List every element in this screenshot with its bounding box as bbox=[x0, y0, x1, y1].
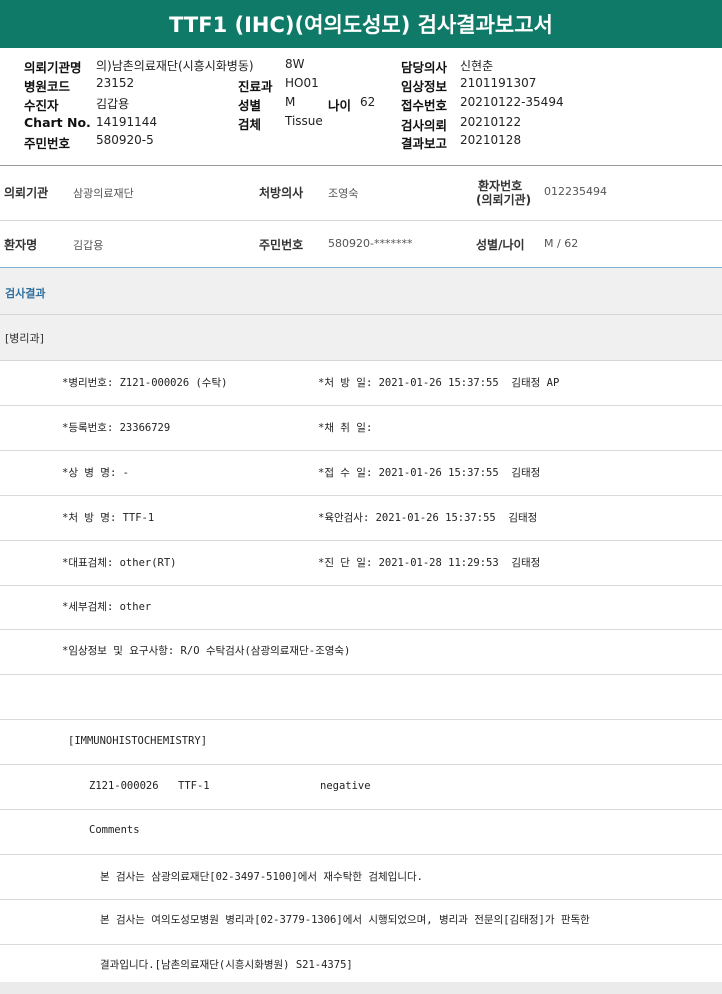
receipt-value: 20210122-35494 bbox=[460, 95, 564, 109]
report-title: TTF1 (IHC)(여의도성모) 검사결과보고서 bbox=[0, 0, 722, 48]
ward-value: 8W bbox=[285, 57, 305, 71]
doctor-value: 신현춘 bbox=[460, 59, 494, 73]
dept-label: 진료과 bbox=[238, 79, 273, 94]
clin-info-label: 임상정보 bbox=[401, 79, 448, 94]
line-left: *등록번호: 23366729 bbox=[62, 422, 171, 434]
test-req-value: 20210122 bbox=[460, 115, 522, 129]
comment-text: 본 검사는 삼광의료재단[02-3497-5100]에서 재수탁한 검체입니다. bbox=[100, 871, 423, 883]
patient-label: 수진자 bbox=[24, 98, 59, 113]
report-line: *대표검체: other(RT) *진 단 일: 2021-01-28 11:2… bbox=[0, 541, 722, 586]
dept-section-header: [병리과] bbox=[0, 315, 722, 361]
req-org-label: 의뢰기관명 bbox=[24, 60, 82, 75]
hosp-code-value: 23152 bbox=[96, 76, 135, 90]
name-value: 김갑용 bbox=[73, 239, 104, 252]
req-org-value: 의)남촌의료재단(시흥시화병동) bbox=[96, 59, 254, 73]
report-line: *세부검체: other bbox=[0, 586, 722, 630]
hosp-code-label: 병원코드 bbox=[24, 79, 71, 94]
report-line: *등록번호: 23366729 *채 취 일: bbox=[0, 406, 722, 451]
rrn-label: 주민번호 bbox=[24, 136, 71, 151]
sexage-value: M / 62 bbox=[544, 237, 579, 250]
pid-sublabel: (의뢰기관) bbox=[476, 193, 532, 207]
dept-value: HO01 bbox=[285, 76, 319, 90]
sex-value: M bbox=[285, 95, 296, 109]
name-label: 환자명 bbox=[4, 238, 38, 252]
line-left: *세부검체: other bbox=[62, 601, 152, 613]
report-line: *임상정보 및 요구사항: R/O 수탁검사(삼광의료재단-조영숙) bbox=[0, 630, 722, 675]
report-date-value: 20210128 bbox=[460, 133, 522, 147]
comments-label: Comments bbox=[89, 824, 140, 836]
line-right: *채 취 일: bbox=[318, 422, 373, 434]
specimen-label: 검체 bbox=[238, 117, 262, 132]
report-line: *병리번호: Z121-000026 (수탁) *처 방 일: 2021-01-… bbox=[0, 361, 722, 406]
prescriber-label: 처방의사 bbox=[259, 186, 304, 200]
comment-text: 결과입니다.[남촌의료재단(시흥시화병원) S21-4375] bbox=[100, 959, 353, 971]
line-right: *진 단 일: 2021-01-28 11:29:53 김태정 bbox=[318, 557, 541, 569]
rrn2-label: 주민번호 bbox=[259, 238, 304, 252]
report-line: *상 병 명: - *접 수 일: 2021-01-26 15:37:55 김태… bbox=[0, 451, 722, 496]
rrn-value: 580920-5 bbox=[96, 133, 154, 147]
rrn2-value: 580920-******* bbox=[328, 237, 413, 250]
ihc-result: negative bbox=[320, 780, 371, 792]
dept-section-title: [병리과] bbox=[5, 332, 44, 345]
line-left: *병리번호: Z121-000026 (수탁) bbox=[62, 377, 228, 389]
line-left: *대표검체: other(RT) bbox=[62, 557, 177, 569]
line-left: *처 방 명: TTF-1 bbox=[62, 512, 155, 524]
sex-label: 성별 bbox=[238, 98, 262, 113]
ihc-header-line: [IMMUNOHISTOCHEMISTRY] bbox=[0, 720, 722, 765]
comment-line: 본 검사는 삼광의료재단[02-3497-5100]에서 재수탁한 검체입니다. bbox=[0, 855, 722, 900]
chart-value: 14191144 bbox=[96, 115, 158, 129]
patient-info-row: 의뢰기관 삼광의료재단 처방의사 조영숙 환자번호 (의뢰기관) 0122354… bbox=[0, 166, 722, 221]
ihc-result-line: Z121-000026 TTF-1 negative bbox=[0, 765, 722, 810]
ihc-marker: TTF-1 bbox=[178, 780, 210, 792]
comment-line: 결과입니다.[남촌의료재단(시흥시화병원) S21-4375] bbox=[0, 945, 722, 981]
sexage-label: 성별/나이 bbox=[476, 238, 525, 252]
doctor-label: 담당의사 bbox=[401, 60, 448, 75]
test-req-label: 검사의뢰 bbox=[401, 118, 448, 133]
ihc-header: [IMMUNOHISTOCHEMISTRY] bbox=[68, 735, 208, 747]
comments-line: Comments bbox=[0, 810, 722, 855]
patient-info-table: 의뢰기관 삼광의료재단 처방의사 조영숙 환자번호 (의뢰기관) 0122354… bbox=[0, 166, 722, 268]
result-section-title: 검사결과 bbox=[5, 287, 46, 300]
line-left: *임상정보 및 요구사항: R/O 수탁검사(삼광의료재단-조영숙) bbox=[62, 645, 351, 657]
pid-value: 012235494 bbox=[544, 185, 607, 198]
blank-line bbox=[0, 675, 722, 720]
clin-info-value: 2101191307 bbox=[460, 76, 537, 90]
report-line: *처 방 명: TTF-1 *육안검사: 2021-01-26 15:37:55… bbox=[0, 496, 722, 541]
comment-line: 본 검사는 여의도성모병원 병리과[02-3779-1306]에서 시행되었으며… bbox=[0, 900, 722, 945]
prescriber-value: 조영숙 bbox=[328, 187, 359, 200]
result-section-header: 검사결과 bbox=[0, 268, 722, 315]
org-label: 의뢰기관 bbox=[4, 186, 49, 200]
line-left: *상 병 명: - bbox=[62, 467, 129, 479]
report-header: 의뢰기관명 의)남촌의료재단(시흥시화병동) 8W 담당의사 신현춘 병원코드 … bbox=[0, 50, 722, 166]
ihc-case-number: Z121-000026 bbox=[89, 780, 159, 792]
specimen-value: Tissue bbox=[285, 114, 323, 128]
patient-value: 김갑용 bbox=[96, 97, 130, 111]
age-label: 나이 bbox=[328, 98, 352, 113]
line-right: *육안검사: 2021-01-26 15:37:55 김태정 bbox=[318, 512, 538, 524]
line-right: *처 방 일: 2021-01-26 15:37:55 김태정 AP bbox=[318, 377, 560, 389]
bottom-scroll-area bbox=[0, 982, 722, 994]
line-right: *접 수 일: 2021-01-26 15:37:55 김태정 bbox=[318, 467, 541, 479]
chart-label: Chart No. bbox=[24, 115, 91, 130]
age-value: 62 bbox=[360, 95, 376, 109]
comment-text: 본 검사는 여의도성모병원 병리과[02-3779-1306]에서 시행되었으며… bbox=[100, 914, 590, 926]
org-value: 삼광의료재단 bbox=[73, 187, 134, 200]
receipt-label: 접수번호 bbox=[401, 98, 448, 113]
report-date-label: 결과보고 bbox=[401, 136, 448, 151]
